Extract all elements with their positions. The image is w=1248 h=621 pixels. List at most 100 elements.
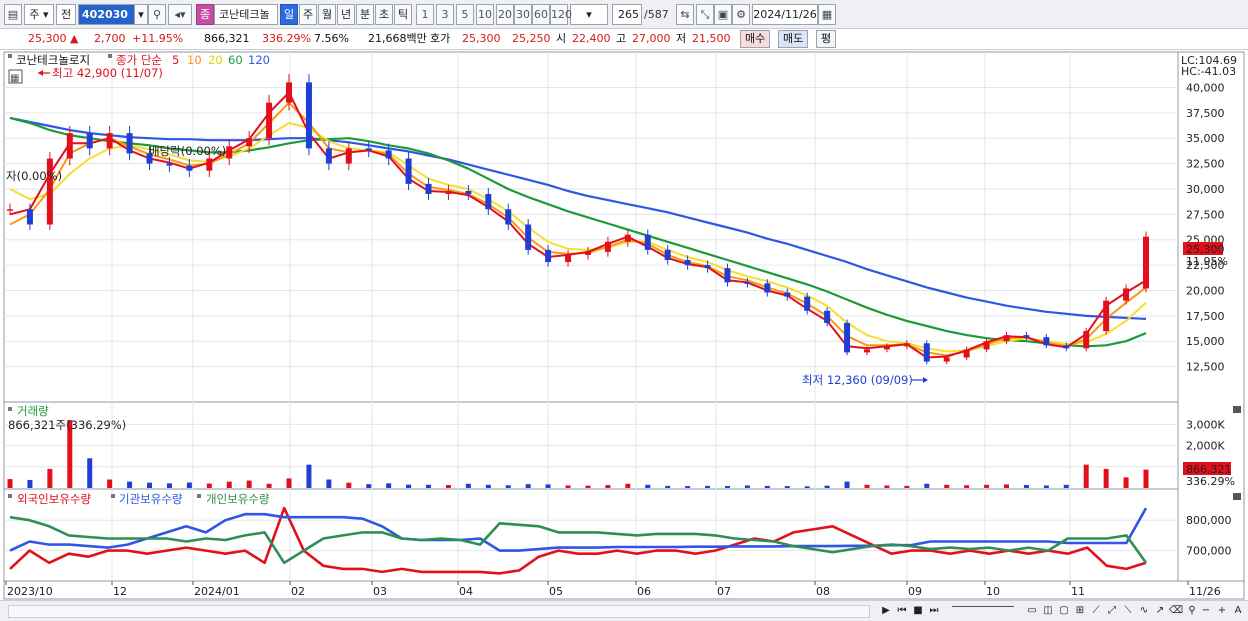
calendar-icon[interactable]: ▦ [818,4,836,25]
sell-button[interactable]: 매도 [778,30,809,48]
x-tick-label: 04 [459,585,473,598]
price-panel-title: 코난테크놀로지 [16,53,90,67]
volume-bar [924,483,930,488]
volume-bar [386,483,392,488]
period-button-6[interactable]: 틱 [394,4,412,25]
interval-button-1[interactable]: 1 [416,4,434,25]
candle-body [246,138,253,147]
volume-bar [1003,484,1009,488]
candle-body [883,346,890,350]
candle-body [963,349,970,358]
rights-annotation: 자(0.00%) [6,169,62,183]
candle-body [266,102,273,139]
prev-next-button[interactable]: 전 [56,4,76,25]
price-tick-label: 35,000 [1186,132,1225,145]
candle-body [206,158,213,171]
search-icon[interactable]: ⚲ [148,4,166,25]
horizontal-scroll-track[interactable] [8,605,870,618]
max-price-annotation: 최고 42,900 (11/07) [52,66,163,80]
holding-tick-label: 700,000 [1186,545,1232,558]
volume-bar [346,482,352,488]
interval-button-10[interactable]: 10 [476,4,494,25]
zoom-out-icon[interactable]: − [1198,604,1214,619]
draw-trend-icon[interactable]: ⟍ [1120,604,1136,619]
interval-button-3[interactable]: 3 [436,4,454,25]
volume-bar [605,485,611,488]
interval-button-60[interactable]: 60 [532,4,550,25]
split-icon[interactable]: ◫ [1040,604,1056,619]
change-percent: +11.95% [132,32,184,45]
market-select[interactable]: 주 ▾ [24,4,54,25]
scroll-right-icon[interactable]: ▶ [878,604,894,619]
draw-line-icon[interactable]: ⟋ [1088,604,1104,619]
stack-icon[interactable]: ⊞ [1072,604,1088,619]
buy-button[interactable]: 매수 [740,30,771,48]
volume-panel-close-icon[interactable] [1233,406,1241,413]
change-arrow-icon: ▲ [70,32,79,45]
zoom-in-icon[interactable]: + [1214,604,1230,619]
interval-button-120[interactable]: 120 [550,4,572,25]
current-price: 25,300 [28,32,67,45]
date-input[interactable]: 2024/11/26 [752,4,818,25]
stock-code-input[interactable]: 402030 [78,4,136,25]
stop-icon[interactable]: ■ [910,604,926,619]
code-dropdown-icon[interactable]: ▾ [134,4,148,25]
crosshair-icon[interactable]: ⤡ [696,4,714,25]
volume-readout: 866,321주(336.29%) [8,418,126,432]
period-button-3[interactable]: 년 [337,4,355,25]
draw-ray-icon[interactable]: ⤢ [1104,604,1120,619]
candle-body [1143,236,1149,289]
volume-bar [27,479,33,488]
draw-arrow-icon[interactable]: ↗ [1152,604,1168,619]
text-tool-icon[interactable]: A [1230,604,1246,619]
trade-amount: 21,668백만 [368,32,427,45]
ma-legend-label: 종가 단순 [116,53,162,67]
count-input[interactable]: 265 [612,4,642,25]
x-tick-label: 05 [549,585,563,598]
x-tick-label: 11 [1071,585,1085,598]
period-button-0[interactable]: 일 [280,4,298,25]
sound-icon[interactable]: ◂▾ [168,4,192,25]
period-button-5[interactable]: 초 [375,4,393,25]
layout-icon[interactable]: ▭ [1024,604,1040,619]
holding-panel-close-icon[interactable] [1233,493,1241,500]
candle-body [106,133,113,149]
candle-body [863,349,870,353]
candle-body [286,82,293,103]
period-button-1[interactable]: 주 [299,4,317,25]
volume-bar [1063,484,1069,488]
custom-interval-select[interactable]: ▾ [570,4,608,25]
candle-body [784,292,791,297]
period-button-4[interactable]: 분 [356,4,374,25]
save-icon[interactable]: ▣ [714,4,732,25]
scroll-end-icon[interactable]: ⏭ [926,604,942,619]
scroll-start-icon[interactable]: ⏮ [894,604,910,619]
price-panel-frame [3,51,1179,403]
candle-body [724,268,731,283]
window-menu-icon[interactable]: ▤ [4,4,22,25]
draw-wave-icon[interactable]: ∿ [1136,604,1152,619]
interval-button-20[interactable]: 20 [496,4,514,25]
volume-bar [206,483,212,488]
price-tick-label: 20,000 [1186,284,1225,297]
eraser-icon[interactable]: ⌫ [1168,604,1184,619]
foreign-holding-legend: 외국인보유수량 [17,492,91,506]
price-tick-label: 37,500 [1186,107,1225,120]
interval-button-30[interactable]: 30 [514,4,532,25]
candle-body [824,310,831,323]
window-icon[interactable]: ▢ [1056,604,1072,619]
stock-name-field[interactable]: 코난테크놀 [214,4,278,25]
zoom-slider[interactable] [952,606,1014,617]
period-button-2[interactable]: 월 [318,4,336,25]
interval-button-5[interactable]: 5 [456,4,474,25]
settings-gear-icon[interactable]: ⚙ [732,4,750,25]
volume-panel-title: 거래량 [17,404,49,418]
chart-window: ▤ 주 ▾ 전 402030 ▾ ⚲ ◂▾ 종 코난테크놀 ▾ 265 /587… [0,0,1248,621]
volume-bar [645,484,651,488]
link-icon[interactable]: ⇆ [676,4,694,25]
volume-bar [884,485,890,488]
chart-canvas[interactable]: 12,50015,00017,50020,00022,50025,00027,5… [0,50,1248,600]
evaluate-button[interactable]: 평 [816,30,837,48]
volume-bar [585,485,591,488]
ma60-legend: 60 [228,53,243,67]
